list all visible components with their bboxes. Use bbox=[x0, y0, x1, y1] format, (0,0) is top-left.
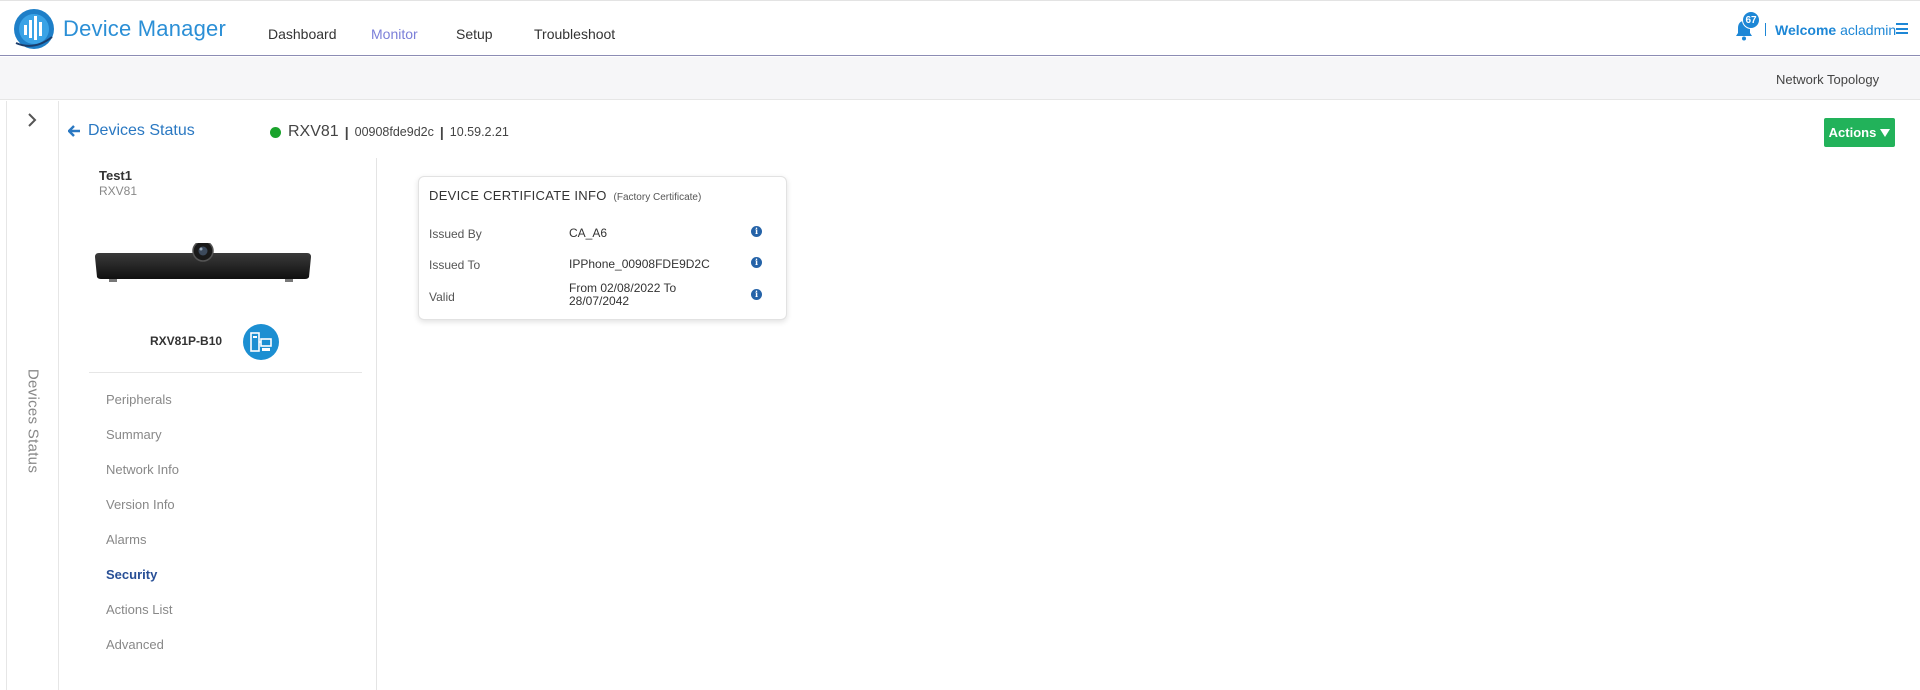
rail-label[interactable]: Devices Status bbox=[25, 369, 42, 473]
welcome-user[interactable]: Welcome acladmin bbox=[1775, 22, 1896, 38]
notification-count-badge[interactable]: 67 bbox=[1742, 11, 1760, 29]
username: acladmin bbox=[1840, 22, 1897, 38]
cert-subtitle: (Factory Certificate) bbox=[613, 192, 702, 203]
menu-item-alarms[interactable]: Alarms bbox=[106, 532, 179, 567]
chevron-right-icon[interactable] bbox=[25, 113, 39, 127]
nav-troubleshoot[interactable]: Troubleshoot bbox=[534, 26, 615, 42]
device-name: RXV81 bbox=[288, 123, 339, 140]
menu-item-summary[interactable]: Summary bbox=[106, 427, 179, 462]
menu-item-peripherals[interactable]: Peripherals bbox=[106, 392, 179, 427]
welcome-prefix: Welcome bbox=[1775, 22, 1837, 38]
network-device-icon bbox=[250, 332, 272, 352]
menu-item-network-info[interactable]: Network Info bbox=[106, 462, 179, 497]
hamburger-menu-icon[interactable] bbox=[1896, 23, 1908, 34]
nav-dashboard[interactable]: Dashboard bbox=[268, 26, 337, 42]
cert-value: From 02/08/2022 To 28/07/2042 bbox=[569, 281, 677, 308]
info-icon[interactable]: i bbox=[751, 289, 762, 300]
top-navbar: Device Manager Dashboard Monitor Setup T… bbox=[0, 0, 1920, 56]
separator: | bbox=[439, 124, 444, 140]
device-image bbox=[95, 243, 311, 282]
network-topology-link[interactable]: Network Topology bbox=[1776, 72, 1879, 87]
app-logo-icon[interactable] bbox=[12, 7, 56, 51]
device-header: RXV81 | 00908fde9d2c | 10.59.2.21 bbox=[270, 123, 509, 141]
cert-title-wrap: DEVICE CERTIFICATE INFO (Factory Certifi… bbox=[429, 188, 701, 203]
menu-item-security[interactable]: Security bbox=[106, 567, 179, 602]
menu-item-actions-list[interactable]: Actions List bbox=[106, 602, 179, 637]
devices-status-rail: Devices Status bbox=[6, 101, 59, 690]
device-mac: 00908fde9d2c bbox=[354, 125, 434, 139]
menu-item-version-info[interactable]: Version Info bbox=[106, 497, 179, 532]
actions-button[interactable]: Actions bbox=[1824, 118, 1895, 147]
device-model-short: RXV81 bbox=[99, 184, 138, 198]
device-ip: 10.59.2.21 bbox=[449, 125, 509, 139]
cert-value: CA_A6 bbox=[569, 226, 608, 240]
back-link-label: Devices Status bbox=[88, 122, 195, 139]
device-menu: Peripherals Summary Network Info Version… bbox=[106, 392, 179, 672]
status-online-dot bbox=[270, 126, 281, 138]
info-icon[interactable]: i bbox=[751, 257, 762, 268]
back-to-devices-status[interactable]: Devices Status bbox=[68, 122, 195, 140]
separator: | bbox=[344, 124, 349, 140]
cert-key: Issued To bbox=[429, 258, 481, 272]
device-certificate-card: DEVICE CERTIFICATE INFO (Factory Certifi… bbox=[418, 176, 787, 320]
cert-key: Issued By bbox=[429, 227, 482, 241]
cert-title: DEVICE CERTIFICATE INFO bbox=[429, 188, 607, 203]
device-panel: Test1 RXV81 RXV81P-B10 Peripherals Summa… bbox=[89, 158, 377, 690]
device-label: Test1 bbox=[99, 168, 132, 183]
nav-setup[interactable]: Setup bbox=[456, 26, 493, 42]
cert-value: IPPhone_00908FDE9D2C bbox=[569, 257, 710, 271]
nav-monitor[interactable]: Monitor bbox=[371, 26, 418, 42]
panel-divider bbox=[89, 372, 362, 373]
arrow-left-icon bbox=[68, 125, 80, 137]
caret-down-icon bbox=[1880, 128, 1891, 137]
device-model-full: RXV81P-B10 bbox=[150, 334, 223, 348]
cert-key: Valid bbox=[429, 290, 455, 304]
info-icon[interactable]: i bbox=[751, 226, 762, 237]
app-title[interactable]: Device Manager bbox=[63, 16, 226, 42]
header-separator bbox=[1765, 23, 1766, 36]
secondary-bar: Network Topology bbox=[0, 57, 1920, 100]
device-topology-icon[interactable] bbox=[243, 324, 279, 360]
actions-label: Actions bbox=[1828, 125, 1877, 140]
menu-item-advanced[interactable]: Advanced bbox=[106, 637, 179, 672]
